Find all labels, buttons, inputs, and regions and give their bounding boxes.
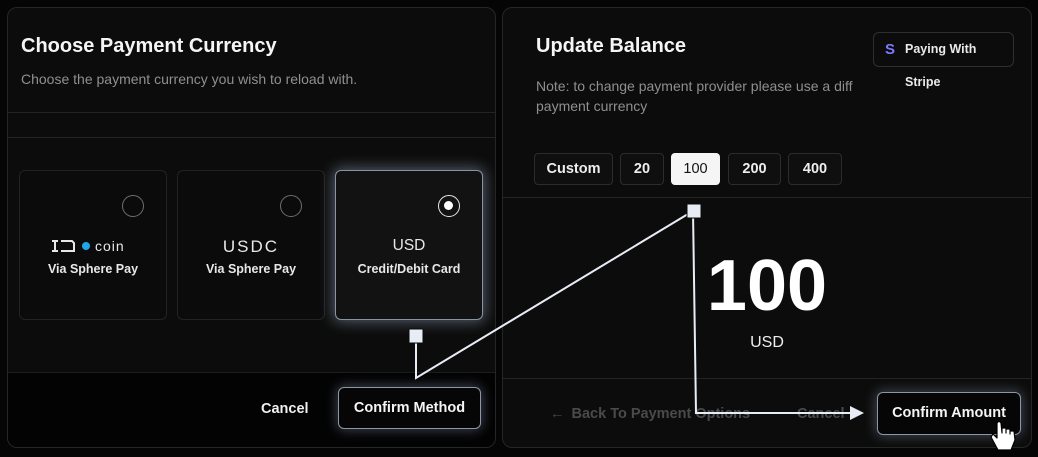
amount-option-20[interactable]: 20 <box>620 153 664 185</box>
cancel-button[interactable]: Cancel <box>797 406 845 422</box>
back-to-payment-options-link[interactable]: ← Back To Payment Options <box>550 406 750 422</box>
currency-card-usdc[interactable]: USDC Via Sphere Pay <box>177 170 325 320</box>
confirm-method-button[interactable]: Confirm Method <box>338 387 481 429</box>
badge-label: Paying With Stripe <box>905 42 977 89</box>
amount-option-200[interactable]: 200 <box>728 153 781 185</box>
selected-amount-display: 100 <box>706 246 828 326</box>
payment-provider-note: Note: to change payment provider please … <box>536 78 853 114</box>
radio-button-selected[interactable] <box>438 195 460 217</box>
amount-option-custom[interactable]: Custom <box>534 153 613 185</box>
svg-text:coin: coin <box>95 239 125 253</box>
radio-button[interactable] <box>122 195 144 217</box>
currency-card-usd[interactable]: USD Credit/Debit Card <box>335 170 483 320</box>
divider <box>503 378 1031 379</box>
panel-subtitle: Choose the payment currency you wish to … <box>21 71 358 87</box>
panel-title: Choose Payment Currency <box>21 35 277 57</box>
divider <box>503 197 1031 198</box>
radio-dot <box>444 201 453 210</box>
update-balance-panel: Update Balance S Paying With Stripe Note… <box>502 7 1032 448</box>
usd-logo: USD <box>392 237 426 254</box>
paying-with-stripe-badge: S Paying With Stripe <box>873 32 1014 89</box>
amount-option-100[interactable]: 100 <box>671 153 720 185</box>
back-label: Back To Payment Options <box>571 406 751 422</box>
card-label: Credit/Debit Card <box>357 262 461 276</box>
stripe-s-icon: S <box>885 41 896 58</box>
usdc-logo: USDC <box>222 237 280 256</box>
card-label: Via Sphere Pay <box>47 262 139 276</box>
radio-button[interactable] <box>280 195 302 217</box>
coin-logo-icon: coin <box>20 237 166 254</box>
amount-option-400[interactable]: 400 <box>788 153 842 185</box>
divider <box>8 112 495 113</box>
cancel-button[interactable]: Cancel <box>261 401 309 417</box>
currency-label: USD <box>750 334 784 351</box>
choose-currency-panel: Choose Payment Currency Choose the payme… <box>7 7 496 448</box>
panel-footer: Cancel Confirm Method <box>8 372 495 447</box>
arrow-left-icon: ← <box>550 406 565 422</box>
divider <box>8 137 495 138</box>
card-label: Via Sphere Pay <box>205 262 297 276</box>
panel-title: Update Balance <box>536 35 687 57</box>
confirm-amount-button[interactable]: Confirm Amount <box>877 392 1021 435</box>
currency-card-coin[interactable]: coin Via Sphere Pay <box>19 170 167 320</box>
